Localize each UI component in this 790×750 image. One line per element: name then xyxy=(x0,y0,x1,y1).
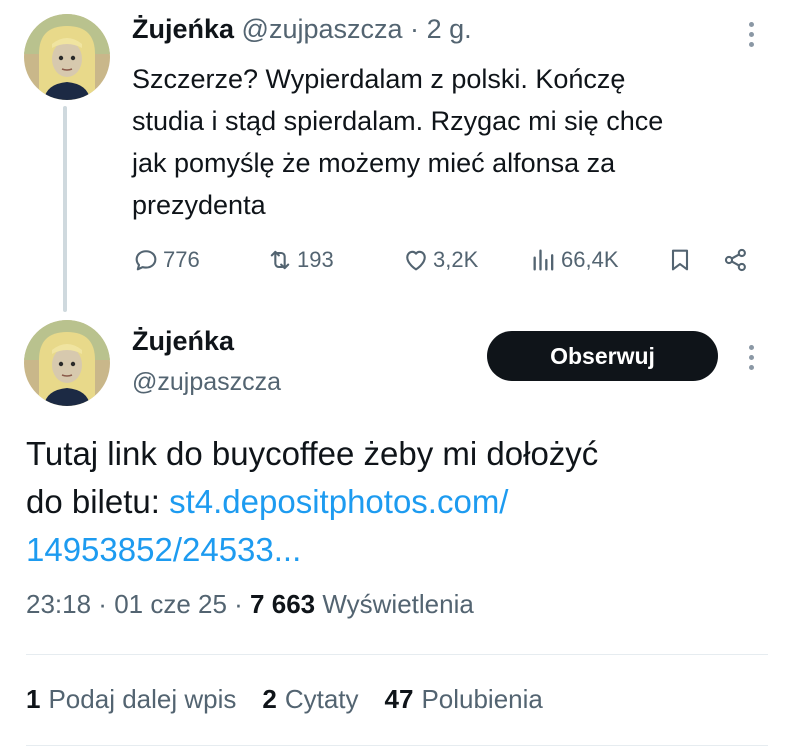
reply-text-line: prezydenta xyxy=(132,190,266,220)
more-icon[interactable] xyxy=(741,341,761,373)
stat-quotes[interactable]: 2 Cytaty xyxy=(262,684,358,715)
stat-label: Cytaty xyxy=(284,684,359,714)
reply-text: Szczerze? Wypierdalam z polski. Kończę s… xyxy=(132,58,772,226)
follow-button[interactable]: Obserwuj xyxy=(487,331,718,381)
post-time[interactable]: 23:18 xyxy=(26,589,91,619)
stat-likes[interactable]: 47 Polubienia xyxy=(385,684,543,715)
like-icon xyxy=(406,250,426,271)
repost-button[interactable]: 193 xyxy=(266,240,334,280)
stat-label: Podaj dalej wpis xyxy=(48,684,237,714)
like-count: 3,2K xyxy=(433,247,479,272)
stat-label: Polubienia xyxy=(421,684,543,714)
reply-header: Żujeńka @zujpaszcza · 2 g. xyxy=(132,14,472,45)
divider xyxy=(26,745,768,746)
engagement-stats: 1 Podaj dalej wpis 2 Cytaty 47 Polubienia xyxy=(26,684,543,715)
author-handle[interactable]: @zujpaszcza xyxy=(132,368,281,397)
post-link[interactable]: st4.depositphotos.com/ xyxy=(169,483,508,520)
post-time[interactable]: 2 g. xyxy=(427,14,472,44)
reply-text-line: Szczerze? Wypierdalam z polski. Kończę xyxy=(132,64,626,94)
author-name[interactable]: Żujeńka xyxy=(132,326,234,357)
post-text-prefix: do biletu: xyxy=(26,483,170,520)
reply-button[interactable]: 776 xyxy=(132,240,200,280)
author-handle[interactable]: @zujpaszcza xyxy=(242,14,403,44)
post-text-line: do biletu: st4.depositphotos.com/ xyxy=(26,478,766,526)
post-text-line: Tutaj link do buycoffee żeby mi dołożyć xyxy=(26,435,599,472)
reply-icon xyxy=(135,250,157,271)
avatar-image xyxy=(24,320,110,406)
stat-count: 47 xyxy=(384,684,414,714)
author-name[interactable]: Żujeńka xyxy=(132,14,234,44)
post-text: Tutaj link do buycoffee żeby mi dołożyć … xyxy=(26,430,766,574)
reply-action-bar: 776 193 3,2K 66,4K xyxy=(132,240,762,280)
repost-count: 193 xyxy=(297,247,334,272)
views-icon xyxy=(533,249,554,271)
stat-count: 1 xyxy=(26,684,41,714)
views-button[interactable]: 66,4K xyxy=(530,240,619,280)
divider xyxy=(26,654,768,655)
repost-icon xyxy=(270,250,290,270)
like-button[interactable]: 3,2K xyxy=(402,240,478,280)
avatar-image xyxy=(24,14,110,100)
bookmark-icon xyxy=(671,249,689,271)
post-text-line: 14953852/24533... xyxy=(26,526,766,574)
reply-count: 776 xyxy=(163,247,200,272)
post-date[interactable]: 01 cze 25 xyxy=(114,589,227,619)
stat-count: 2 xyxy=(262,684,277,714)
meta-separator: · xyxy=(410,14,420,44)
thread-connector-line xyxy=(63,106,67,312)
avatar[interactable] xyxy=(24,320,110,406)
views-count: 66,4K xyxy=(561,247,619,272)
views-count: 7 663 xyxy=(250,589,316,619)
stat-reposts[interactable]: 1 Podaj dalej wpis xyxy=(26,684,236,715)
post-link-continuation[interactable]: 14953852/24533... xyxy=(26,531,301,568)
share-button[interactable] xyxy=(722,240,750,280)
meta-separator: · xyxy=(226,589,251,619)
bookmark-button[interactable] xyxy=(666,240,694,280)
reply-text-line: jak pomyślę że możemy mieć alfonsa za xyxy=(132,148,616,178)
meta-separator: · xyxy=(91,589,115,619)
more-icon[interactable] xyxy=(741,18,761,50)
share-icon xyxy=(724,248,746,272)
avatar[interactable] xyxy=(24,14,110,100)
reply-text-line: studia i stąd spierdalam. Rzygac mi się … xyxy=(132,106,664,136)
post-meta: 23:18 · 01 cze 25 · 7 663 Wyświetlenia xyxy=(26,589,474,620)
views-label: Wyświetlenia xyxy=(315,589,474,619)
